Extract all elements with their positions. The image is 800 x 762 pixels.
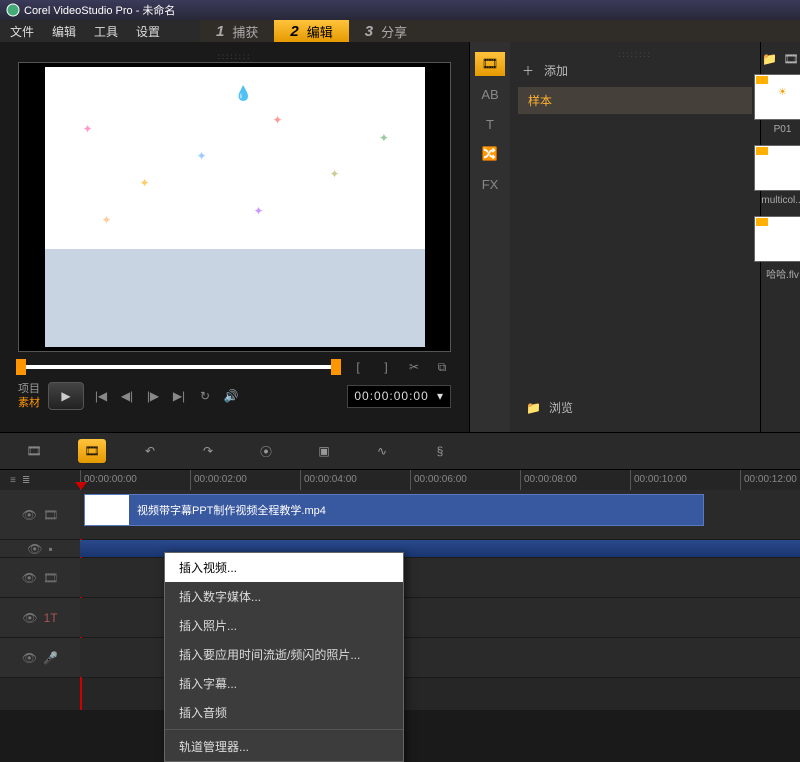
context-item[interactable]: 插入字幕... xyxy=(165,669,403,698)
undo-button[interactable]: ↶ xyxy=(136,439,164,463)
lib-transition-icon[interactable]: 🔀 xyxy=(475,142,505,166)
window-title: Corel VideoStudio Pro - 未命名 xyxy=(24,2,175,18)
context-menu: 插入视频...插入数字媒体...插入照片...插入要应用时间流逝/频闪的照片..… xyxy=(164,552,404,762)
record-button[interactable]: ⦿ xyxy=(252,439,280,463)
home-button[interactable]: |◀ xyxy=(92,387,110,405)
timecode-display[interactable]: 00:00:00:00 ▾ xyxy=(347,385,451,408)
thumb-flv[interactable]: FLV哈哈.flv xyxy=(754,216,800,281)
bars-icon[interactable]: ≣ xyxy=(22,475,30,486)
thumb-multicol[interactable]: multicol... xyxy=(754,145,800,206)
menu-file[interactable]: 文件 xyxy=(10,23,34,40)
preview-panel: :::::::: 💧 ✦ ✦ ✦ ✦ ✦ ✦ ✦ ✦ [ ] xyxy=(0,42,470,432)
audio-mix-button[interactable]: ∿ xyxy=(368,439,396,463)
step-capture[interactable]: 1捕获 xyxy=(200,20,274,42)
end-button[interactable]: ▶| xyxy=(170,387,188,405)
eye-icon[interactable]: 👁 xyxy=(27,542,42,556)
category-sample[interactable]: 样本 xyxy=(518,87,752,114)
batch-button[interactable]: § xyxy=(426,439,454,463)
context-item[interactable]: 插入数字媒体... xyxy=(165,582,403,611)
eye-icon[interactable]: 👁 xyxy=(22,571,37,585)
snapshot-button[interactable]: ▣ xyxy=(310,439,338,463)
library-tabs: 🎞 AB T 🔀 FX xyxy=(470,42,510,432)
context-item[interactable]: 轨道管理器... xyxy=(165,732,403,761)
thumbnail-list: ☀P01 multicol... FLV哈哈.flv xyxy=(754,74,800,281)
prev-frame-button[interactable]: ◀| xyxy=(118,387,136,405)
mark-out-handle[interactable] xyxy=(331,359,341,375)
folder-icon: 📁 xyxy=(526,401,541,415)
timeline-toolbar: 🎞 🎞 ↶ ↷ ⦿ ▣ ∿ § xyxy=(0,432,800,470)
storyboard-view-button[interactable]: 🎞 xyxy=(20,439,48,463)
film-icon[interactable]: 🎞 xyxy=(783,52,798,66)
lib-media-icon[interactable]: 🎞 xyxy=(475,52,505,76)
context-item[interactable]: 插入照片... xyxy=(165,611,403,640)
repeat-button[interactable]: ↻ xyxy=(196,387,214,405)
context-item[interactable]: 插入要应用时间流逝/频闪的照片... xyxy=(165,640,403,669)
menu-settings[interactable]: 设置 xyxy=(136,23,160,40)
title-icon: 1T xyxy=(44,611,58,625)
step-share[interactable]: 3分享 xyxy=(349,20,423,42)
timeline-view-button[interactable]: 🎞 xyxy=(78,439,106,463)
lib-title-icon[interactable]: T xyxy=(475,112,505,136)
thumb-p01[interactable]: ☀P01 xyxy=(754,74,800,135)
step-tabs: 1捕获 2编辑 3分享 xyxy=(200,20,800,42)
context-item[interactable]: 插入音频 xyxy=(165,698,403,727)
panel-grip[interactable]: :::::::: xyxy=(8,52,461,60)
lib-ab-icon[interactable]: AB xyxy=(475,82,505,106)
step-edit[interactable]: 2编辑 xyxy=(274,20,348,42)
mark-in-button[interactable]: [ xyxy=(349,358,367,376)
eye-icon[interactable]: 👁 xyxy=(22,508,37,522)
menu-tools[interactable]: 工具 xyxy=(94,23,118,40)
film-icon: 🎞 xyxy=(43,571,58,585)
plus-icon: ＋ xyxy=(522,62,534,79)
title-bar: Corel VideoStudio Pro - 未命名 xyxy=(0,0,800,20)
mark-in-handle[interactable] xyxy=(16,359,26,375)
app-icon xyxy=(6,3,20,17)
eye-icon[interactable]: 👁 xyxy=(22,611,37,625)
playback-mode[interactable]: 项目 素材 xyxy=(18,382,40,410)
next-frame-button[interactable]: |▶ xyxy=(144,387,162,405)
seek-bar[interactable]: [ ] ✂ ⧉ xyxy=(18,358,451,376)
panel-grip[interactable]: :::::::: xyxy=(518,50,752,58)
video-track[interactable]: 👁 🎞 视频带字幕PPT制作视频全程教学.mp4 xyxy=(0,490,800,540)
lib-fx-icon[interactable]: FX xyxy=(475,172,505,196)
volume-button[interactable]: 🔊 xyxy=(222,387,240,405)
list-icon[interactable]: ≡ xyxy=(10,475,16,486)
add-category[interactable]: ＋添加 xyxy=(518,58,752,83)
play-button[interactable]: ▶ xyxy=(48,382,84,410)
expand-icon[interactable]: ⧉ xyxy=(433,358,451,376)
mark-out-button[interactable]: ] xyxy=(377,358,395,376)
menu-edit[interactable]: 编辑 xyxy=(52,23,76,40)
film-icon: 🎞 xyxy=(43,508,58,522)
redo-button[interactable]: ↷ xyxy=(194,439,222,463)
preview-screen: 💧 ✦ ✦ ✦ ✦ ✦ ✦ ✦ ✦ xyxy=(18,62,451,352)
eye-icon[interactable]: 👁 xyxy=(22,651,37,665)
context-item[interactable]: 插入视频... xyxy=(165,553,403,582)
mic-icon: 🎤 xyxy=(43,651,58,665)
folder-icon[interactable]: 📁 xyxy=(762,52,777,66)
browse-button[interactable]: 📁浏览 xyxy=(518,391,752,424)
overlay-icon: ▪ xyxy=(48,542,52,556)
library-panel: 🎞 AB T 🔀 FX :::::::: ＋添加 样本 📁浏览 xyxy=(470,42,760,432)
raindrop-icon: 💧 xyxy=(235,85,252,102)
thumbnails-strip: 📁🎞 ☀P01 multicol... FLV哈哈.flv xyxy=(760,42,800,432)
preview-canvas: 💧 ✦ ✦ ✦ ✦ ✦ ✦ ✦ ✦ xyxy=(45,67,425,347)
cut-icon[interactable]: ✂ xyxy=(405,358,423,376)
library-grid xyxy=(518,122,752,391)
video-clip[interactable]: 视频带字幕PPT制作视频全程教学.mp4 xyxy=(84,494,704,526)
timeline-ruler[interactable]: ≡ ≣ 00:00:00:0000:00:02:0000:00:04:0000:… xyxy=(0,470,800,490)
